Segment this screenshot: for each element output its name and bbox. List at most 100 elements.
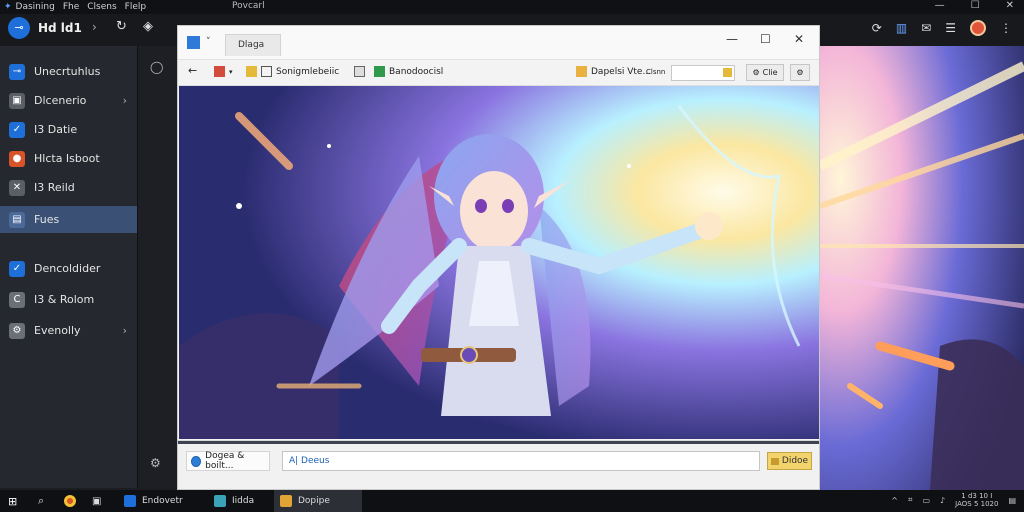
sidebar-item-7[interactable]: C I3 & Rolom bbox=[0, 286, 137, 313]
taskbar: ⊞ ⌕ ▣ Endovetr Iidda Dopipe ^ ⌗ ▭ ♪ 1 d3… bbox=[0, 490, 1024, 512]
sidebar-item-8[interactable]: ⚙ Evenolly › bbox=[0, 317, 137, 344]
window-controls: — ☐ ✕ bbox=[935, 0, 1014, 11]
menu-item-1[interactable]: Dasining bbox=[16, 2, 55, 12]
chevron-right-icon[interactable]: › bbox=[92, 20, 97, 34]
menu-bar: ✦ Dasining Fhe Clsens Flelp Povcarl — ☐ … bbox=[0, 0, 1024, 14]
app-menu-icon[interactable]: ✦ bbox=[4, 2, 12, 12]
app-icon: ⊸ bbox=[9, 63, 25, 80]
tab-image[interactable]: Dlaga bbox=[225, 34, 281, 56]
sidebar-item-label: Dencoldider bbox=[34, 262, 101, 275]
clock[interactable]: 1 d3 10 I JAOS 5 1020 bbox=[955, 492, 998, 508]
library-icon[interactable]: ▥ bbox=[896, 21, 907, 35]
sidebar-item-5[interactable]: ▤ Fues bbox=[0, 206, 137, 233]
taskbar-app-1-label: Endovetr bbox=[142, 496, 183, 506]
toolbar-item-2-label: Banodoocisl bbox=[389, 66, 444, 77]
circle-icon[interactable]: ◯ bbox=[150, 60, 163, 74]
folder-icon: ▤ bbox=[9, 211, 25, 228]
window-close-icon[interactable]: ✕ bbox=[794, 32, 804, 46]
menu-icon[interactable]: ☰ bbox=[945, 21, 956, 35]
done-button[interactable]: Didoe bbox=[767, 452, 812, 470]
sidebar-item-2[interactable]: ✓ I3 Datie bbox=[0, 116, 137, 143]
window-titlebar: ˅ Dlaga — ☐ ✕ bbox=[178, 26, 819, 59]
sidebar-item-label: Evenolly bbox=[34, 324, 81, 337]
menu-item-4[interactable]: Flelp bbox=[125, 2, 146, 12]
anime-illustration bbox=[179, 86, 819, 439]
taskbar-app-3[interactable]: Dopipe bbox=[274, 490, 362, 512]
back-icon[interactable]: ← bbox=[188, 64, 197, 77]
search-input[interactable]: Clsnn bbox=[646, 65, 735, 81]
sheet-icon bbox=[374, 66, 385, 77]
check-icon: ✓ bbox=[9, 260, 25, 277]
taskbar-app-1[interactable]: Endovetr bbox=[118, 490, 202, 512]
bottom-left-button[interactable]: Dogea & boilt... bbox=[186, 451, 270, 471]
avatar[interactable] bbox=[970, 20, 986, 36]
sync-icon[interactable]: ⟳ bbox=[872, 21, 882, 35]
globe-icon bbox=[191, 455, 202, 467]
folder-icon bbox=[246, 66, 257, 77]
header-actions: ⟳ ▥ ✉ ☰ ⋮ bbox=[872, 20, 1012, 36]
window-maximize-icon[interactable]: ☐ bbox=[760, 32, 771, 46]
sidebar-item-label: Dlcenerio bbox=[34, 94, 87, 107]
menu-item-2[interactable]: Fhe bbox=[63, 2, 79, 12]
sidebar-item-6[interactable]: ✓ Dencoldider bbox=[0, 255, 137, 282]
chevron-down-icon[interactable]: ˅ bbox=[206, 37, 211, 47]
app-title: Hd ld1 bbox=[38, 21, 82, 35]
search-button[interactable]: ⚙ Clie bbox=[746, 64, 784, 81]
app-logo-icon[interactable]: ⊸ bbox=[8, 17, 30, 39]
taskbar-app-2[interactable]: Iidda bbox=[208, 490, 270, 512]
system-tray: ^ ⌗ ▭ ♪ 1 d3 10 I JAOS 5 1020 ▤ bbox=[891, 492, 1016, 508]
gear-icon: ⚙ bbox=[752, 68, 760, 77]
secondary-window-title: Povcarl bbox=[232, 1, 265, 11]
notification-icon[interactable]: ▤ bbox=[1008, 496, 1016, 505]
image-icon[interactable] bbox=[354, 66, 369, 77]
more-icon[interactable]: ⋮ bbox=[1000, 21, 1012, 35]
sidebar-item-0[interactable]: ⊸ Unecrtuhlus bbox=[0, 58, 137, 85]
toolbar-item-1-label: Sonigmlebeiic bbox=[276, 66, 340, 77]
close-icon: ✕ bbox=[9, 179, 25, 196]
share-icon[interactable]: ◈ bbox=[143, 19, 153, 34]
window-minimize-icon[interactable]: — bbox=[726, 32, 738, 46]
sidebar-item-4[interactable]: ✕ I3 Reild bbox=[0, 174, 137, 201]
sidebar-item-label: Hlcta Isboot bbox=[34, 152, 100, 165]
toolbar-item-3-label: Dapelsi Vte... bbox=[591, 66, 652, 77]
settings-icon[interactable]: ⚙ bbox=[150, 456, 161, 470]
background-svg bbox=[820, 46, 1024, 490]
sidebar-item-label: Fues bbox=[34, 213, 60, 226]
battery-icon[interactable]: ▭ bbox=[922, 496, 930, 505]
sidebar-item-3[interactable]: ● Hlcta Isboot bbox=[0, 145, 137, 172]
minimize-icon[interactable]: — bbox=[935, 0, 945, 11]
circle-c-icon: C bbox=[9, 291, 25, 308]
sidebar-item-1[interactable]: ▣ Dlcenerio › bbox=[0, 87, 137, 114]
close-icon[interactable]: ✕ bbox=[1006, 0, 1014, 11]
desktop: ✦ Dasining Fhe Clsens Flelp Povcarl — ☐ … bbox=[0, 0, 1024, 512]
chevron-down-icon: ▾ bbox=[229, 67, 233, 76]
sidebar-item-label: I3 & Rolom bbox=[34, 293, 95, 306]
maximize-icon[interactable]: ☐ bbox=[971, 0, 980, 11]
search-input-label: Clsnn bbox=[646, 68, 666, 76]
photos-icon bbox=[214, 495, 226, 507]
illustration-svg bbox=[179, 86, 819, 439]
network-icon[interactable]: ⌗ bbox=[908, 495, 913, 505]
folder-icon bbox=[723, 68, 732, 77]
toolbar-item-2[interactable]: Banodoocisl bbox=[374, 66, 443, 77]
nav-group[interactable]: ▾ bbox=[214, 66, 233, 77]
volume-icon[interactable]: ♪ bbox=[940, 496, 945, 505]
search-icon[interactable]: ⌕ bbox=[38, 490, 44, 512]
window-toolbar: ← ▾ Sonigmlebeiic Banodoocisl Dapelsi Vt… bbox=[178, 59, 819, 86]
image-viewer-window: ˅ Dlaga — ☐ ✕ ← ▾ Sonigmlebeiic Banodooc… bbox=[177, 25, 820, 490]
chevron-up-icon[interactable]: ^ bbox=[891, 496, 898, 505]
window-icon: ▣ bbox=[9, 92, 25, 109]
app-icon bbox=[124, 495, 136, 507]
more-button[interactable]: ⚙ bbox=[790, 64, 810, 81]
menu-item-3[interactable]: Clsens bbox=[87, 2, 116, 12]
refresh-icon[interactable]: ↻ bbox=[116, 19, 127, 34]
mail-icon[interactable]: ✉ bbox=[921, 21, 931, 35]
start-icon[interactable]: ⊞ bbox=[8, 490, 17, 512]
window-icon[interactable]: ▣ bbox=[92, 490, 101, 512]
toolbar-item-3[interactable]: Dapelsi Vte... bbox=[576, 66, 651, 77]
sidebar-item-label: I3 Datie bbox=[34, 123, 78, 136]
toolbar-item-1[interactable]: Sonigmlebeiic bbox=[246, 66, 339, 77]
divider bbox=[178, 441, 819, 444]
path-input[interactable]: A| Deeus bbox=[282, 451, 760, 471]
chrome-icon[interactable] bbox=[64, 490, 76, 512]
